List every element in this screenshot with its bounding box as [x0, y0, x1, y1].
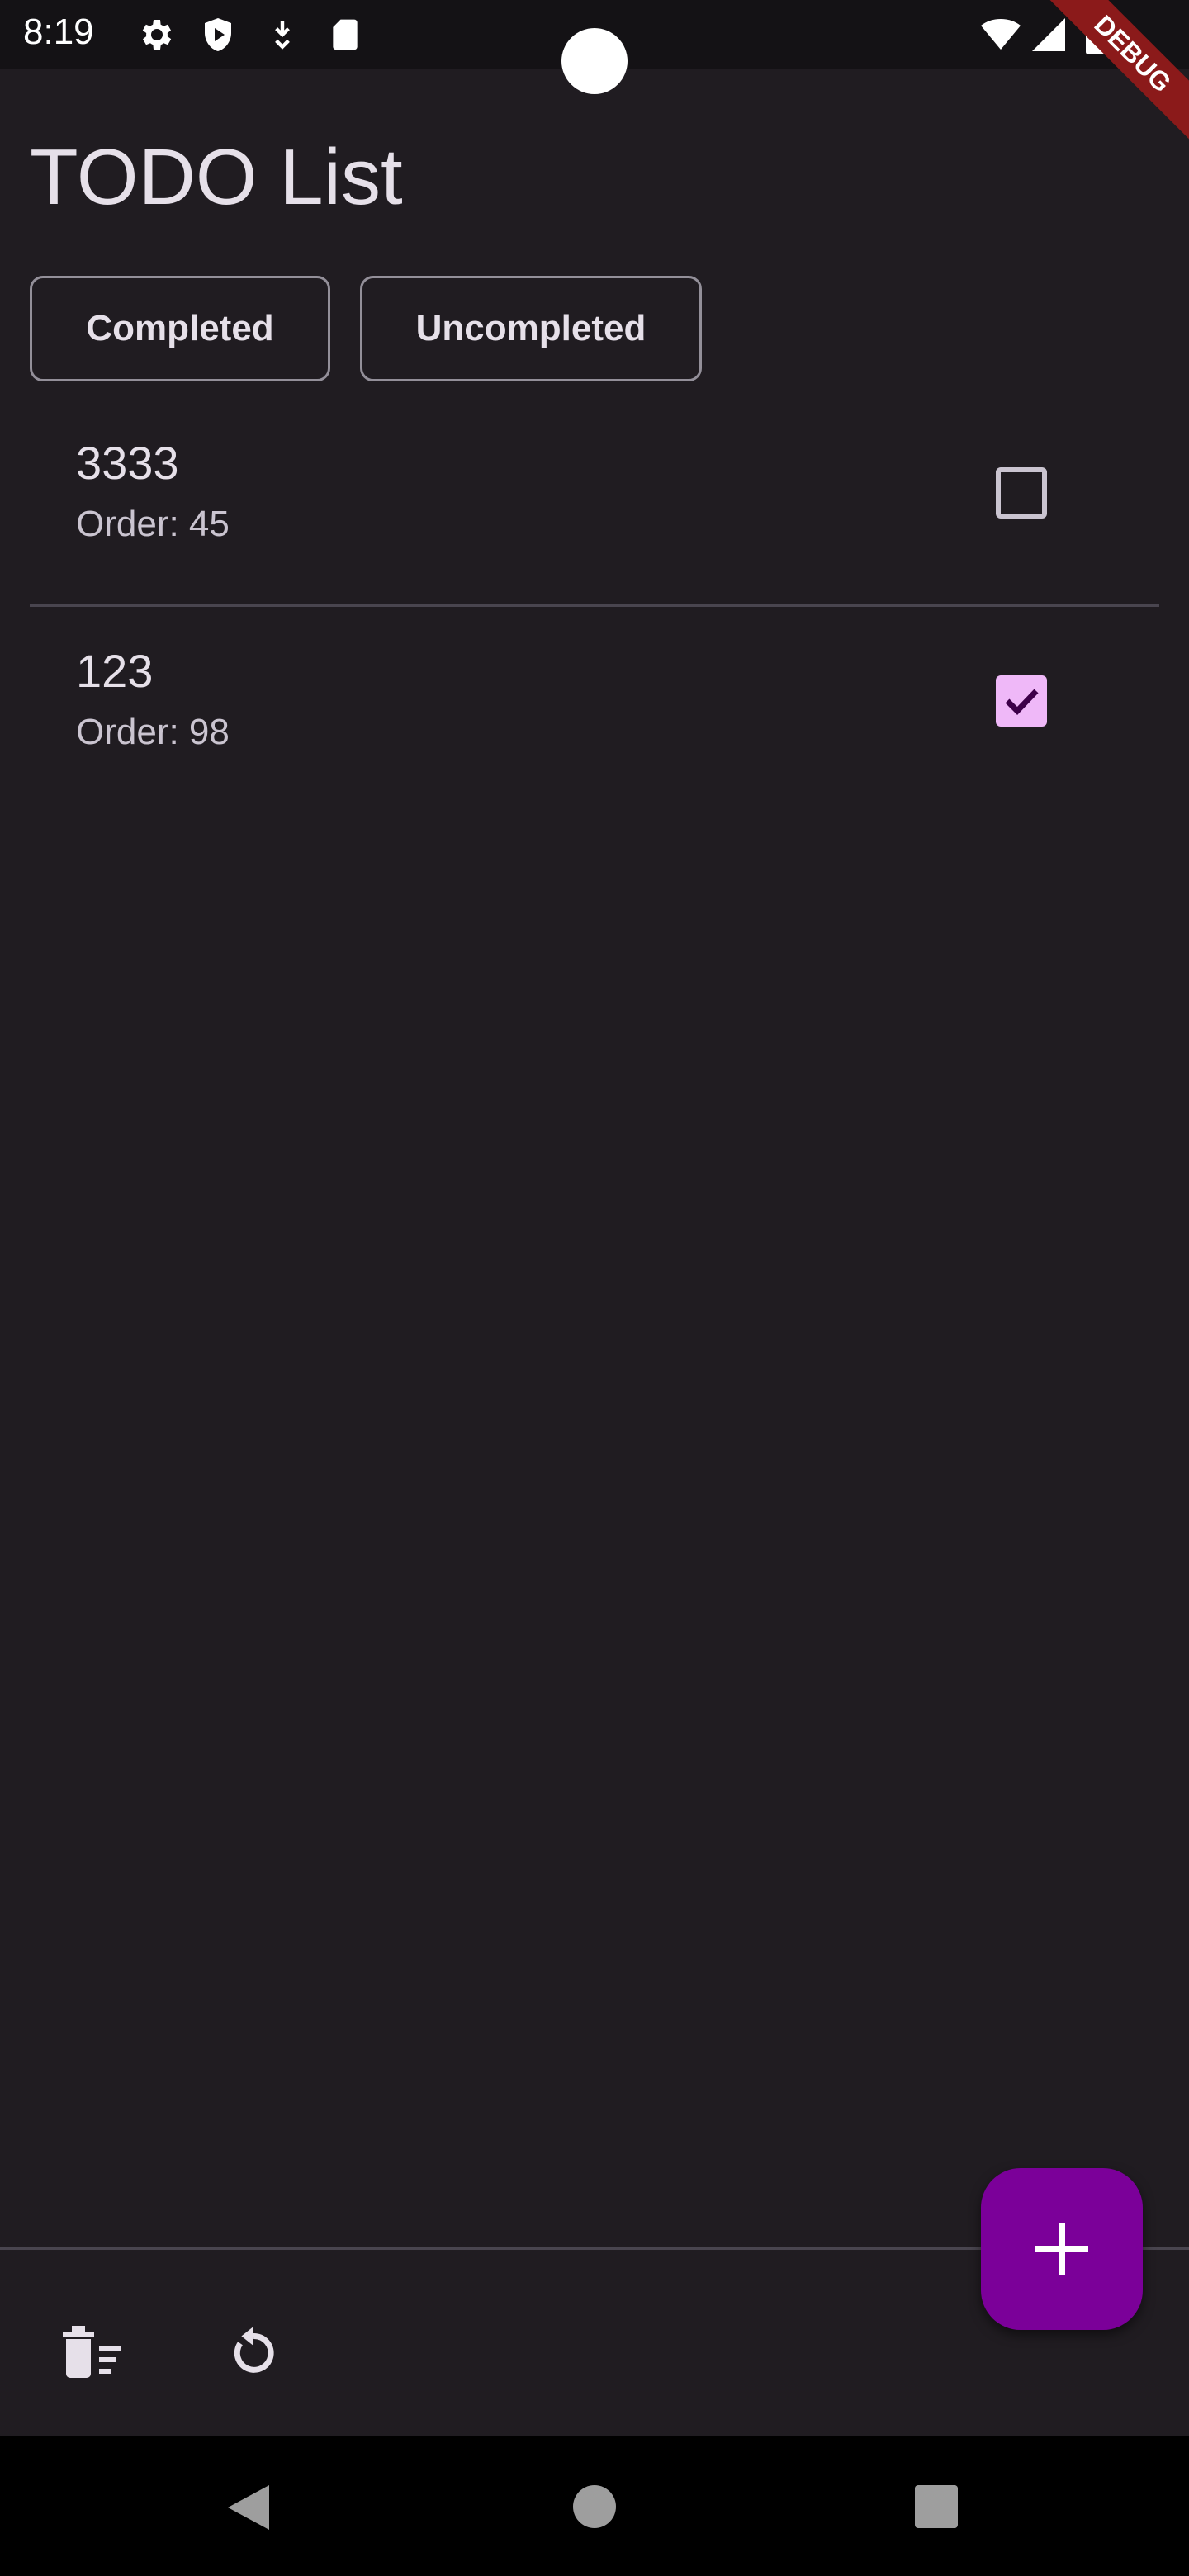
todo-title: 3333	[76, 437, 179, 489]
todo-list-item[interactable]: 3333 Order: 45	[0, 403, 1189, 609]
add-todo-fab[interactable]	[981, 2168, 1143, 2330]
home-icon[interactable]	[573, 2485, 616, 2528]
download-icon	[275, 21, 290, 50]
list-divider	[30, 604, 1159, 607]
recents-icon[interactable]	[915, 2485, 958, 2528]
sd-card-icon	[333, 19, 358, 50]
plus-icon	[1035, 2223, 1088, 2275]
uncompleted-filter-button[interactable]: Uncompleted	[360, 276, 702, 381]
debug-banner: DEBUG	[1024, 0, 1189, 165]
delete-sweep-icon[interactable]	[59, 2321, 124, 2380]
gear-icon	[142, 20, 172, 50]
todo-checkbox[interactable]	[996, 467, 1047, 519]
todo-checkbox[interactable]	[996, 675, 1047, 727]
page-title: TODO List	[30, 133, 403, 221]
todo-order: Order: 98	[76, 712, 230, 752]
todo-order: Order: 45	[76, 504, 230, 544]
completed-filter-button[interactable]: Completed	[30, 276, 330, 381]
shield-play-icon	[205, 18, 231, 51]
back-icon[interactable]	[226, 2484, 271, 2531]
debug-label: DEBUG	[1025, 0, 1189, 162]
camera-cutout	[561, 28, 628, 94]
wifi-icon	[981, 19, 1021, 50]
refresh-icon[interactable]	[225, 2319, 282, 2382]
todo-list-item[interactable]: 123 Order: 98	[0, 611, 1189, 817]
todo-title: 123	[76, 645, 154, 697]
status-time: 8:19	[23, 12, 94, 52]
check-icon	[1005, 689, 1039, 716]
system-nav-bar	[0, 2436, 1189, 2576]
